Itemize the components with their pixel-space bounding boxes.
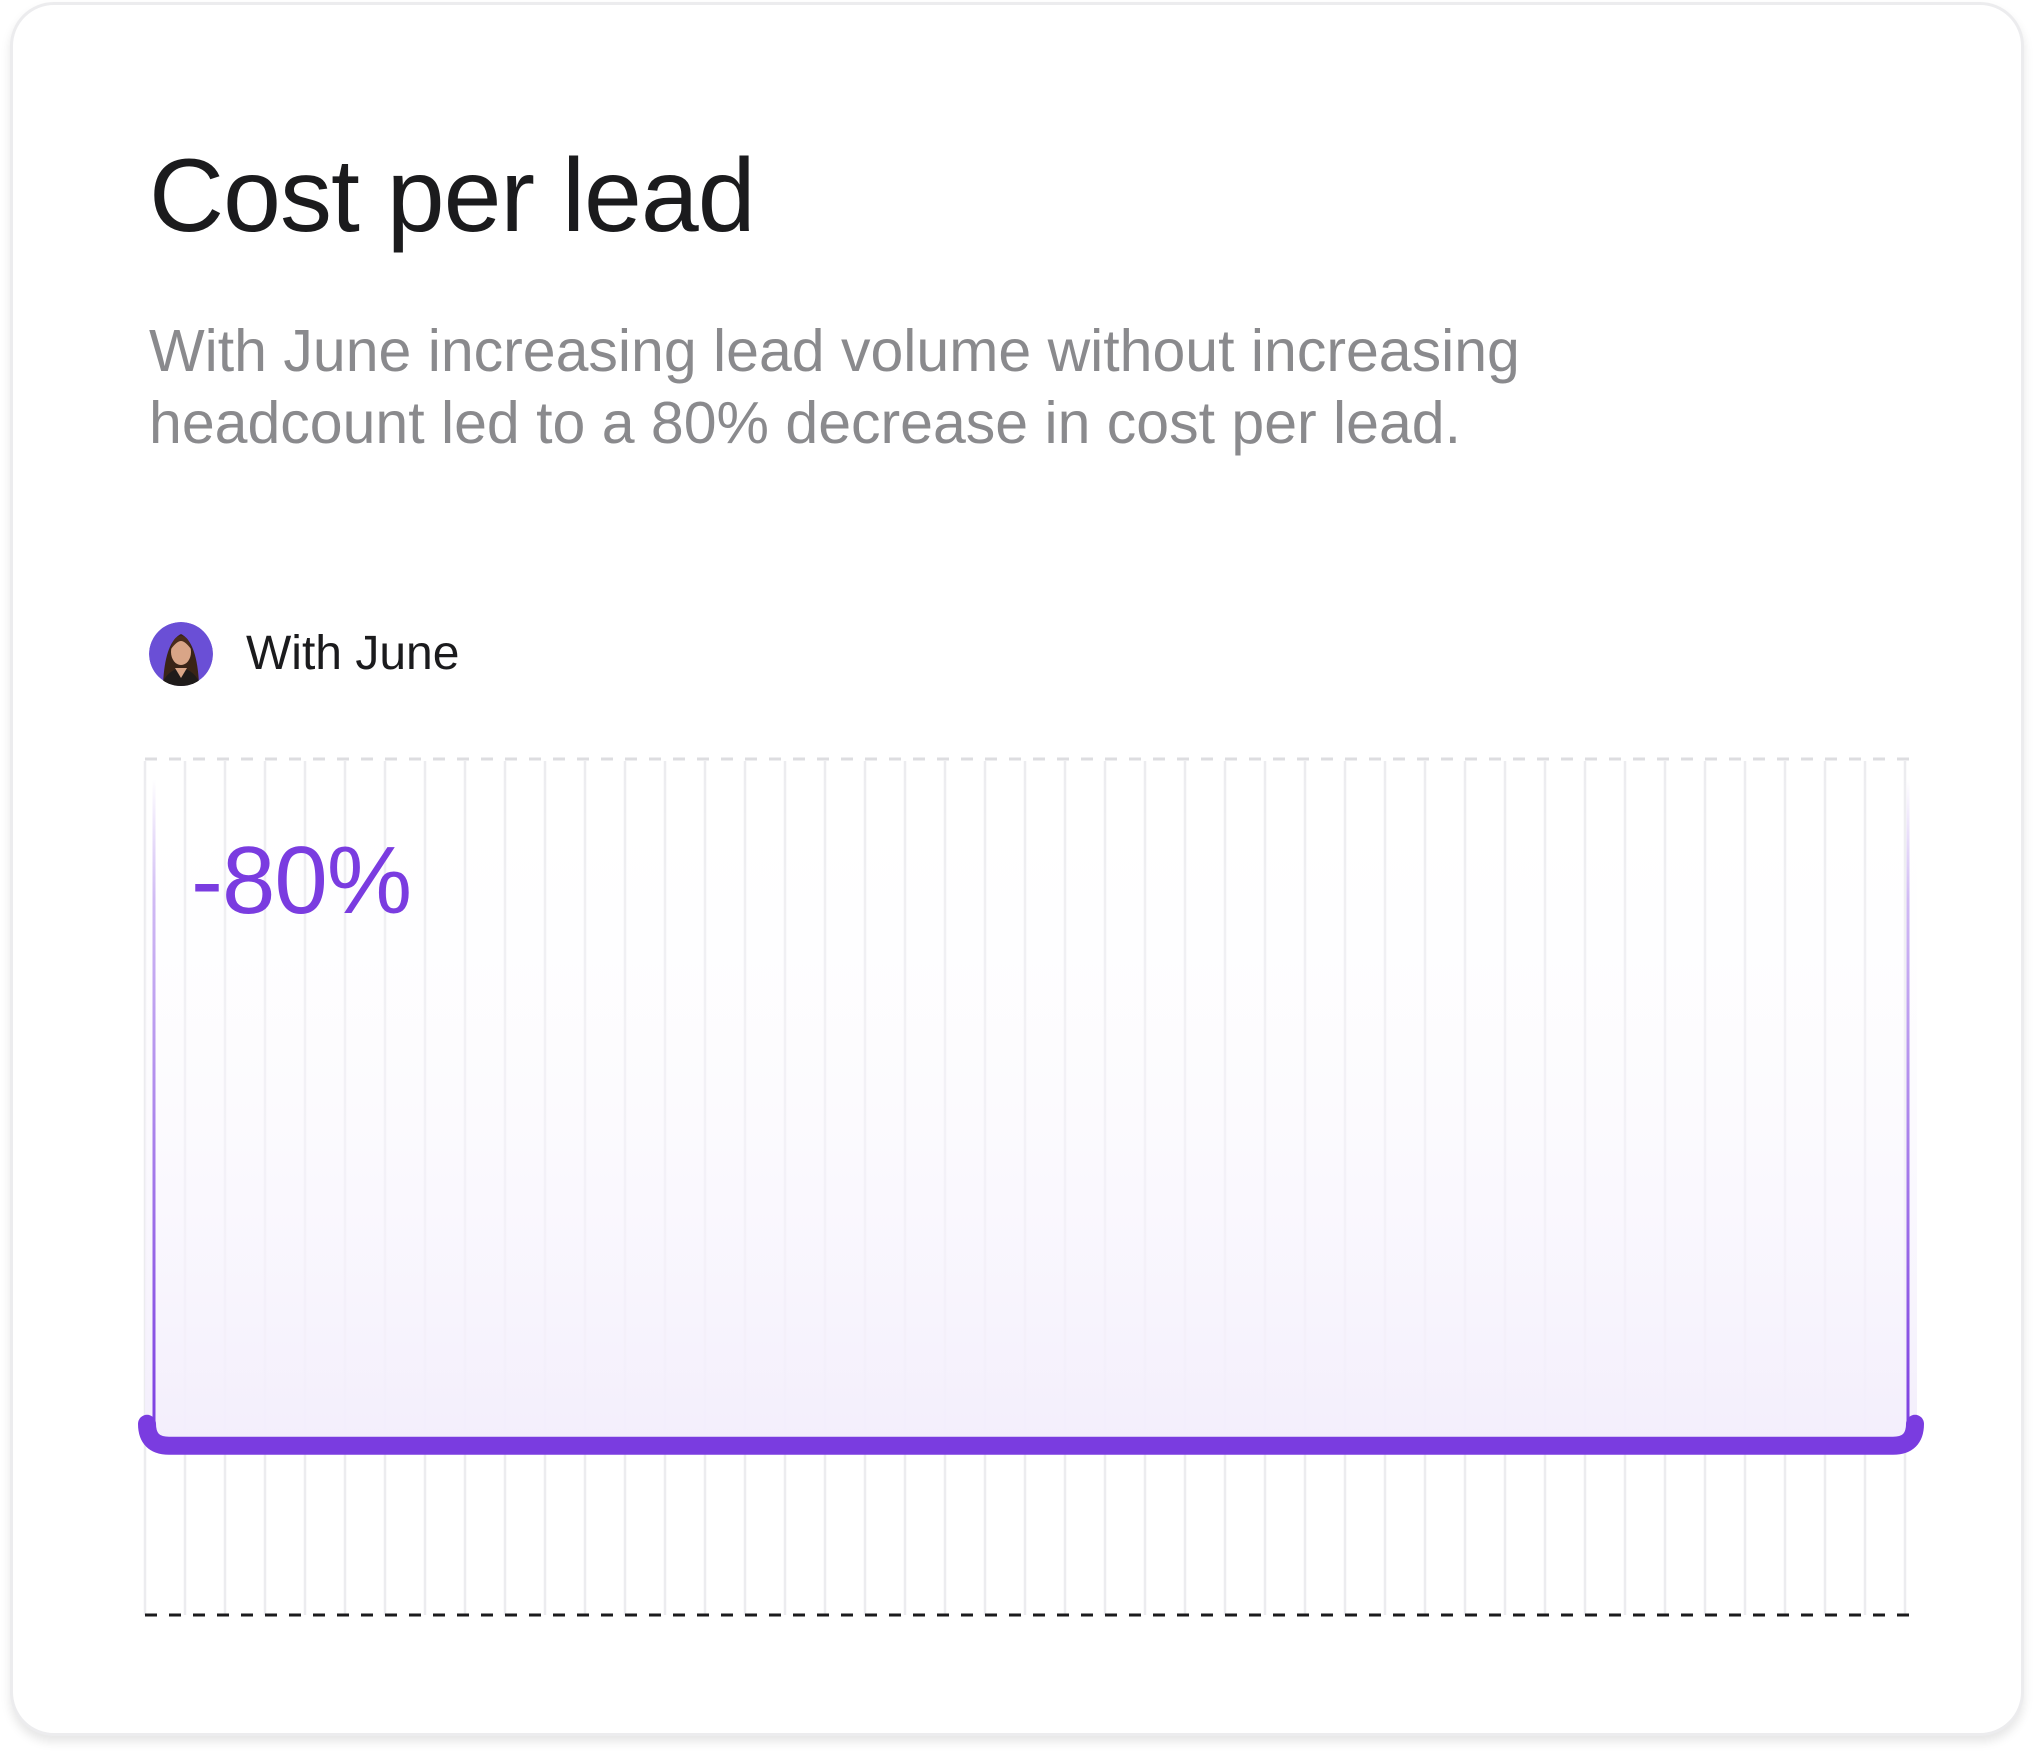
chart-legend: With June	[149, 622, 459, 686]
avatar-portrait-icon	[149, 622, 213, 686]
card-title: Cost per lead	[149, 138, 756, 254]
bar-chart: -80%	[138, 753, 1924, 1623]
card-description: With June increasing lead volume without…	[149, 318, 1520, 456]
legend-label: With June	[246, 627, 460, 680]
bar-data-label: -80%	[191, 827, 412, 934]
metric-card: Cost per lead With June increasing lead …	[10, 2, 2024, 1736]
